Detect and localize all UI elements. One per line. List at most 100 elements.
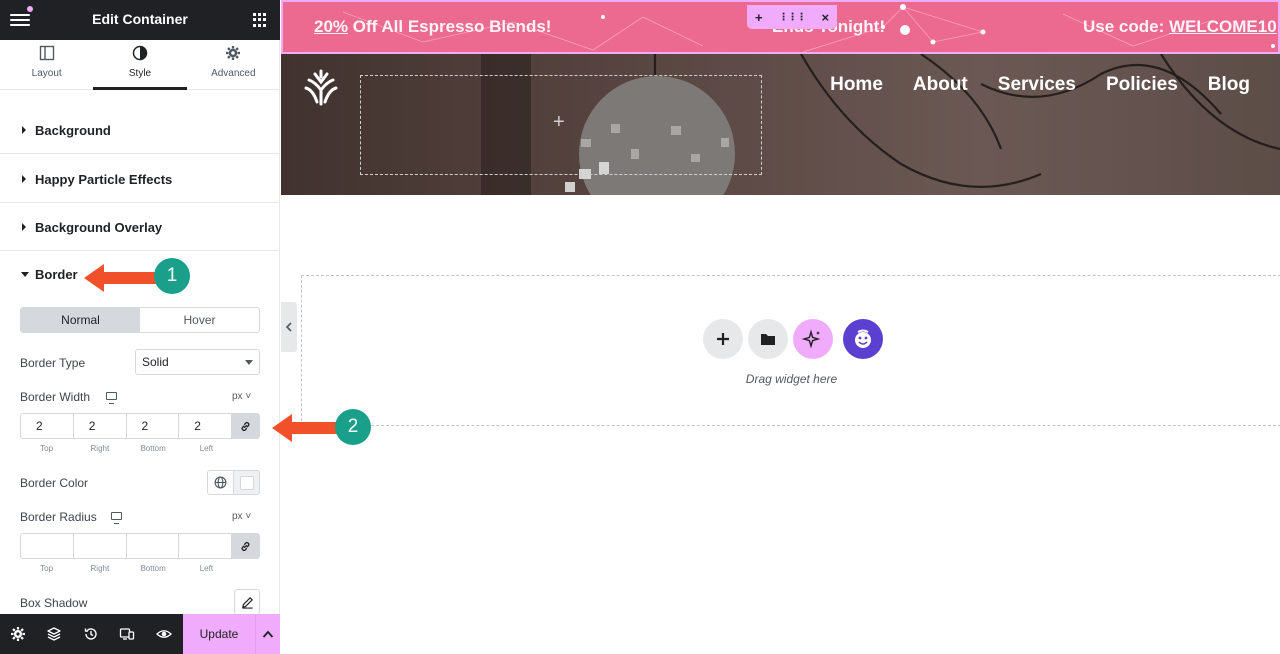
promo-right-text: Use code: WELCOME10 bbox=[1083, 17, 1277, 37]
section-happy-particle-effects[interactable]: Happy Particle Effects bbox=[0, 155, 280, 203]
link-values-button[interactable] bbox=[232, 534, 259, 558]
border-radius-side-labels: Top Right Bottom Left bbox=[20, 564, 233, 573]
preview-canvas: 20% Off All Espresso Blends! Ends Tonigh… bbox=[281, 0, 1280, 654]
site-logo[interactable] bbox=[301, 68, 341, 108]
widget-drop-zone[interactable]: Drag widget here bbox=[301, 275, 1280, 426]
side-label: Bottom bbox=[140, 564, 166, 573]
desktop-icon[interactable] bbox=[111, 512, 122, 524]
tab-style[interactable]: Style bbox=[93, 40, 187, 90]
section-title: Background bbox=[35, 123, 111, 138]
side-label: Right bbox=[90, 444, 110, 453]
happy-addons-button[interactable] bbox=[843, 319, 883, 359]
responsive-mode-icon[interactable] bbox=[119, 626, 135, 642]
section-title: Happy Particle Effects bbox=[35, 172, 173, 187]
border-width-bottom[interactable]: 2 bbox=[127, 414, 180, 438]
global-colors-button[interactable] bbox=[207, 470, 234, 495]
add-element-icon[interactable]: + bbox=[755, 10, 763, 25]
panel-title: Edit Container bbox=[92, 11, 188, 27]
drag-handle-icon[interactable]: ⋮⋮⋮ bbox=[779, 12, 807, 23]
tab-style-label: Style bbox=[128, 68, 152, 79]
container-handle[interactable]: + ⋮⋮⋮ × bbox=[747, 5, 837, 29]
state-normal-button[interactable]: Normal bbox=[21, 308, 140, 332]
nav-home[interactable]: Home bbox=[830, 74, 883, 96]
ai-assistant-button[interactable] bbox=[793, 319, 833, 359]
border-width-unit[interactable]: px ˅ bbox=[232, 391, 251, 402]
side-label: Left bbox=[199, 444, 214, 453]
section-title: Background Overlay bbox=[35, 220, 163, 235]
editor-app: Edit Container Layout Style Advanced Bac… bbox=[0, 0, 1280, 654]
sparkle-icon bbox=[801, 329, 821, 349]
add-section-button[interactable] bbox=[703, 319, 743, 359]
collapse-panel-button[interactable] bbox=[281, 302, 297, 352]
promo-offer: Off All Espresso Blends! bbox=[348, 17, 552, 36]
link-icon bbox=[241, 542, 250, 551]
side-label: Top bbox=[40, 444, 54, 453]
widgets-grid-icon[interactable] bbox=[253, 13, 267, 27]
side-label: Left bbox=[199, 564, 214, 573]
panel-tabs: Layout Style Advanced bbox=[0, 40, 280, 90]
hero-header: + Home About Services Policies Blog bbox=[281, 54, 1280, 195]
border-radius-unit[interactable]: px ˅ bbox=[232, 511, 251, 522]
update-options-button[interactable] bbox=[255, 614, 280, 654]
preview-eye-icon[interactable] bbox=[156, 626, 172, 642]
panel-footer: Update bbox=[0, 614, 280, 654]
promo-code-prefix: Use code: bbox=[1083, 17, 1169, 36]
border-radius-top[interactable] bbox=[21, 534, 74, 558]
promo-code: WELCOME10 bbox=[1168, 17, 1277, 36]
border-width-top[interactable]: 2 bbox=[21, 414, 74, 438]
border-radius-inputs bbox=[20, 533, 260, 559]
link-values-button[interactable] bbox=[232, 414, 259, 438]
border-radius-left[interactable] bbox=[179, 534, 232, 558]
border-radius-right[interactable] bbox=[74, 534, 127, 558]
tab-layout[interactable]: Layout bbox=[0, 40, 93, 89]
border-width-side-labels: Top Right Bottom Left bbox=[20, 444, 233, 453]
nav-policies[interactable]: Policies bbox=[1106, 74, 1178, 96]
border-width-label: Border Width bbox=[20, 390, 91, 404]
desktop-icon[interactable] bbox=[106, 392, 117, 404]
close-icon[interactable]: × bbox=[821, 10, 829, 25]
state-hover-button[interactable]: Hover bbox=[140, 308, 259, 332]
nav-services[interactable]: Services bbox=[998, 74, 1076, 96]
border-type-label: Border Type bbox=[20, 356, 86, 370]
side-label: Top bbox=[40, 564, 54, 573]
plus-icon bbox=[717, 333, 729, 345]
section-title: Border bbox=[35, 267, 78, 282]
border-color-label: Border Color bbox=[20, 476, 89, 490]
unit-text: px bbox=[232, 511, 243, 522]
tab-layout-label: Layout bbox=[31, 68, 62, 79]
section-background-overlay[interactable]: Background Overlay bbox=[0, 203, 280, 251]
layers-icon[interactable] bbox=[46, 626, 62, 642]
pencil-icon bbox=[242, 597, 253, 609]
nav-blog[interactable]: Blog bbox=[1208, 74, 1250, 96]
tab-advanced[interactable]: Advanced bbox=[187, 40, 280, 89]
section-background[interactable]: Background bbox=[0, 106, 280, 154]
tab-advanced-label: Advanced bbox=[211, 68, 256, 79]
caret-right-icon bbox=[22, 126, 26, 134]
style-icon bbox=[132, 45, 148, 61]
box-shadow-edit-button[interactable] bbox=[234, 589, 260, 615]
settings-icon[interactable] bbox=[10, 626, 26, 642]
border-width-inputs: 2 2 2 2 bbox=[20, 413, 260, 439]
side-label: Bottom bbox=[140, 444, 166, 453]
caret-right-icon bbox=[22, 175, 26, 183]
history-icon[interactable] bbox=[83, 626, 99, 642]
nav-about[interactable]: About bbox=[913, 74, 968, 96]
border-type-value: Solid bbox=[142, 355, 169, 369]
color-preview bbox=[240, 476, 254, 490]
update-button[interactable]: Update bbox=[183, 614, 255, 654]
border-radius-bottom[interactable] bbox=[127, 534, 180, 558]
annotation-badge-1: 1 bbox=[154, 258, 190, 294]
border-width-left[interactable]: 2 bbox=[179, 414, 232, 438]
main-navigation: Home About Services Policies Blog bbox=[830, 74, 1250, 96]
link-icon bbox=[241, 422, 250, 431]
promo-bar[interactable]: 20% Off All Espresso Blends! Ends Tonigh… bbox=[281, 0, 1280, 54]
unit-text: px bbox=[232, 391, 243, 402]
border-color-swatch[interactable] bbox=[233, 470, 260, 495]
border-width-right[interactable]: 2 bbox=[74, 414, 127, 438]
border-type-select[interactable]: Solid bbox=[135, 349, 260, 375]
state-toggle: Normal Hover bbox=[20, 307, 260, 333]
layout-icon bbox=[39, 45, 54, 61]
promo-discount: 20% bbox=[314, 17, 349, 36]
add-template-button[interactable] bbox=[748, 319, 788, 359]
add-icon[interactable]: + bbox=[553, 111, 565, 134]
